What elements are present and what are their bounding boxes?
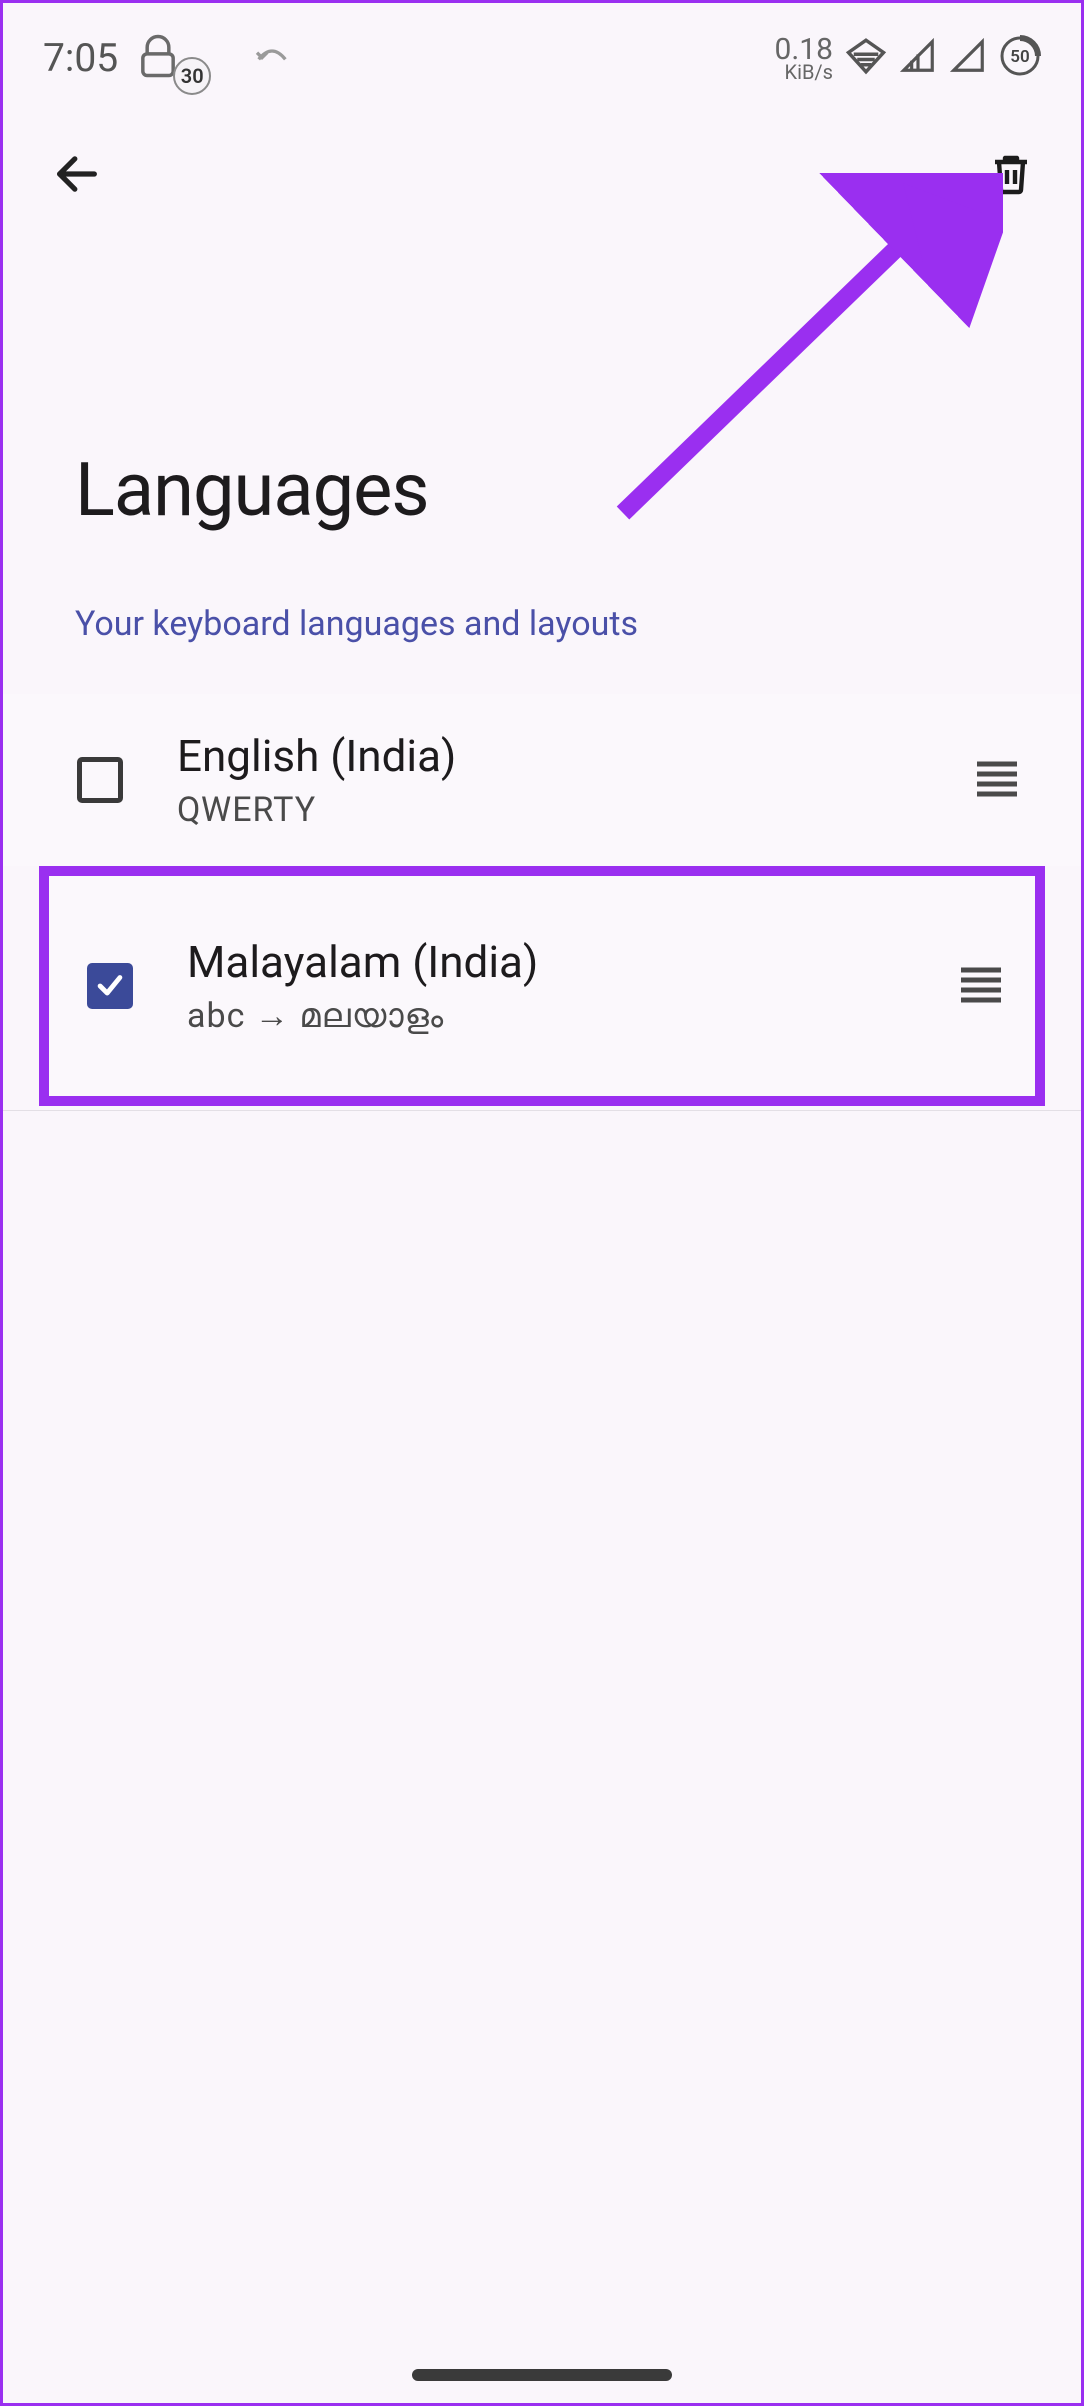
- language-layout: QWERTY: [177, 790, 917, 830]
- signal-icon-2: [949, 37, 987, 79]
- language-name: Malayalam (India): [187, 936, 901, 988]
- checkbox-checked-icon: [87, 963, 133, 1009]
- notification-badge: 30: [172, 56, 212, 100]
- language-row-malayalam[interactable]: Malayalam (India) abc → മലയാളം: [39, 866, 1045, 1106]
- signal-icon-1: [899, 37, 937, 79]
- drag-handle-icon: [972, 758, 1022, 802]
- network-speed: 0.18 KiB/s: [775, 36, 834, 81]
- page-title: Languages: [3, 227, 1081, 594]
- drag-handle[interactable]: [951, 956, 1011, 1016]
- language-row-english[interactable]: English (India) QWERTY: [3, 694, 1081, 866]
- missed-call-icon: [252, 36, 292, 80]
- language-layout: abc → മലയാളം: [187, 996, 901, 1036]
- drag-handle[interactable]: [967, 750, 1027, 810]
- checkbox-malayalam[interactable]: [83, 959, 137, 1013]
- arrow-left-icon: [51, 148, 103, 203]
- delete-button[interactable]: [979, 143, 1043, 207]
- language-list: English (India) QWERTY Malayalam (India)…: [3, 694, 1081, 1111]
- drag-handle-icon: [956, 964, 1006, 1008]
- gesture-bar: [412, 2369, 672, 2381]
- status-time: 7:05: [43, 35, 118, 81]
- wifi-icon: [845, 35, 887, 81]
- checkbox-english[interactable]: [73, 753, 127, 807]
- language-name: English (India): [177, 730, 917, 782]
- app-bar: [3, 103, 1081, 227]
- section-subtitle: Your keyboard languages and layouts: [3, 594, 1081, 694]
- checkbox-unchecked-icon: [77, 757, 123, 803]
- battery-icon: 50: [999, 35, 1041, 81]
- back-button[interactable]: [45, 143, 109, 207]
- trash-icon: [987, 150, 1035, 201]
- status-bar: 7:05 30 0.18 KiB/s: [3, 3, 1081, 103]
